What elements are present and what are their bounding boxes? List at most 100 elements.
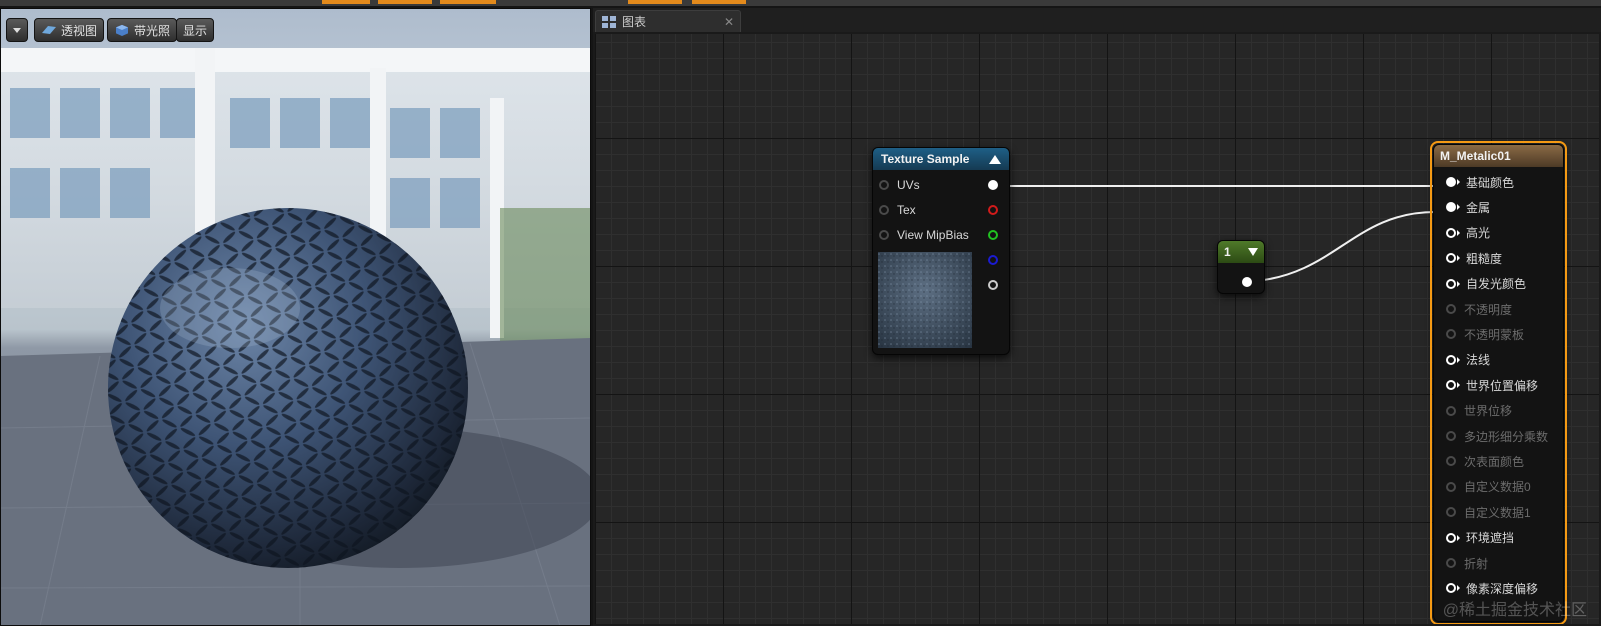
close-icon[interactable]: ✕ (724, 15, 734, 29)
pin-icon (1446, 558, 1456, 568)
texture-output-pin[interactable] (988, 255, 998, 265)
tab-graph-label: 图表 (622, 15, 647, 29)
graph-icon (602, 15, 616, 28)
constant-header[interactable]: 1 (1218, 241, 1264, 263)
pin-arrow-icon (1457, 255, 1460, 262)
material-input-pin[interactable]: 高光 (1446, 224, 1490, 242)
material-input-pin[interactable]: 基础颜色 (1446, 173, 1514, 191)
material-input-pin[interactable]: 像素深度偏移 (1446, 579, 1538, 597)
pin-label: 高光 (1466, 226, 1491, 241)
pin-arrow-icon (1457, 356, 1460, 363)
material-input-pin[interactable]: 不透明度 (1446, 300, 1512, 318)
material-input-pin[interactable]: 金属 (1446, 198, 1490, 216)
lighting-mode-button[interactable]: 带光照 (107, 18, 178, 42)
constant-output-pin[interactable] (1242, 277, 1252, 287)
pin-icon (1446, 227, 1456, 238)
pin-icon (879, 205, 889, 215)
pin-label: 多边形细分乘数 (1464, 429, 1549, 444)
pin-label: 自发光颜色 (1466, 277, 1527, 292)
pin-icon (1446, 532, 1456, 543)
texture-output-pin[interactable] (988, 230, 998, 240)
pin-label: UVs (897, 178, 920, 192)
pin-label: 世界位移 (1464, 404, 1513, 419)
pin-icon (1446, 278, 1456, 289)
viewport-options-dropdown[interactable] (6, 18, 28, 42)
perspective-button[interactable]: 透视图 (34, 18, 105, 42)
collapse-triangle-icon[interactable] (989, 154, 1001, 164)
pin-icon (1446, 202, 1456, 213)
material-input-pin[interactable]: 自定义数据0 (1446, 478, 1531, 496)
pin-icon (1446, 405, 1456, 416)
graph-panel: 图表 ✕ Texture Sample UVs Tex View MipBias… (593, 8, 1601, 626)
texture-thumbnail (878, 252, 972, 348)
input-pin-view-mipbias[interactable]: View MipBias (879, 226, 969, 244)
texture-output-pin[interactable] (988, 180, 998, 190)
toolbar-tab-highlight (628, 0, 682, 4)
dropdown-triangle-icon[interactable] (1248, 248, 1258, 256)
top-strip (0, 0, 1601, 6)
pin-label: 折射 (1464, 556, 1489, 571)
material-input-pin[interactable]: 粗糙度 (1446, 249, 1502, 267)
pin-icon (879, 180, 889, 190)
pin-label: 基础颜色 (1466, 175, 1515, 190)
perspective-label: 透视图 (61, 23, 98, 38)
pin-label: 世界位置偏移 (1466, 378, 1539, 393)
material-input-pin[interactable]: 多边形细分乘数 (1446, 427, 1548, 445)
pin-label: 粗糙度 (1466, 251, 1503, 266)
preview-scene (0, 48, 591, 626)
material-input-pin[interactable]: 折射 (1446, 554, 1488, 572)
material-input-pin[interactable]: 次表面颜色 (1446, 452, 1524, 470)
material-input-pin[interactable]: 法线 (1446, 351, 1490, 369)
pin-icon (1446, 177, 1456, 187)
pin-label: View MipBias (897, 228, 969, 242)
pin-label: 自定义数据0 (1464, 480, 1531, 495)
input-pin-tex[interactable]: Tex (879, 201, 916, 219)
pin-label: 法线 (1466, 353, 1491, 368)
pin-label: 自定义数据1 (1464, 505, 1531, 520)
pin-label: 不透明蒙板 (1464, 327, 1525, 342)
texture-sample-node[interactable]: Texture Sample UVs Tex View MipBias (872, 147, 1010, 355)
chevron-down-icon (13, 27, 21, 33)
material-input-pin[interactable]: 自定义数据1 (1446, 503, 1531, 521)
texture-output-pin[interactable] (988, 280, 998, 290)
toolbar-tab-highlight (378, 0, 432, 4)
pin-icon (1446, 354, 1456, 365)
pin-icon (1446, 431, 1456, 441)
preview-viewport[interactable]: 透视图 带光照 显示 (0, 8, 591, 626)
material-input-pin[interactable]: 环境遮挡 (1446, 529, 1514, 547)
texture-output-pin[interactable] (988, 205, 998, 215)
pin-label: 环境遮挡 (1466, 531, 1515, 546)
lit-cube-icon (116, 24, 128, 36)
material-result-node[interactable]: M_Metalic01 基础颜色金属高光粗糙度自发光颜色不透明度不透明蒙板法线世… (1433, 144, 1564, 622)
input-pin-uvs[interactable]: UVs (879, 176, 920, 194)
pin-icon (1446, 304, 1456, 314)
pin-icon (1446, 456, 1456, 467)
material-input-pin[interactable]: 世界位置偏移 (1446, 376, 1538, 394)
material-title: M_Metalic01 (1440, 149, 1511, 163)
show-button[interactable]: 显示 (176, 18, 215, 42)
toolbar-tab-highlight (692, 0, 746, 4)
material-input-pin[interactable]: 自发光颜色 (1446, 275, 1526, 293)
pin-label: Tex (897, 203, 916, 217)
material-graph-canvas[interactable]: Texture Sample UVs Tex View MipBias 1 M_… (593, 32, 1601, 626)
constant-value: 1 (1224, 245, 1231, 259)
pin-arrow-icon (1457, 382, 1460, 389)
perspective-icon (42, 26, 56, 34)
material-input-pin[interactable]: 不透明蒙板 (1446, 325, 1524, 343)
tab-graph[interactable]: 图表 ✕ (595, 10, 741, 32)
texture-sample-header[interactable]: Texture Sample (873, 148, 1009, 170)
show-label: 显示 (183, 23, 208, 38)
material-input-pin[interactable]: 世界位移 (1446, 402, 1512, 420)
lighting-mode-label: 带光照 (134, 23, 171, 38)
pin-icon (1446, 329, 1456, 340)
pin-arrow-icon (1457, 204, 1460, 211)
constant-node[interactable]: 1 (1217, 240, 1265, 294)
pin-arrow-icon (1457, 229, 1460, 236)
toolbar-tab-highlight (322, 0, 370, 4)
pin-arrow-icon (1457, 585, 1460, 592)
pin-arrow-icon (1457, 280, 1460, 287)
pin-label: 次表面颜色 (1464, 454, 1525, 469)
material-result-header[interactable]: M_Metalic01 (1434, 145, 1563, 167)
pin-arrow-icon (1457, 179, 1460, 185)
toolbar-tab-highlight (440, 0, 496, 4)
